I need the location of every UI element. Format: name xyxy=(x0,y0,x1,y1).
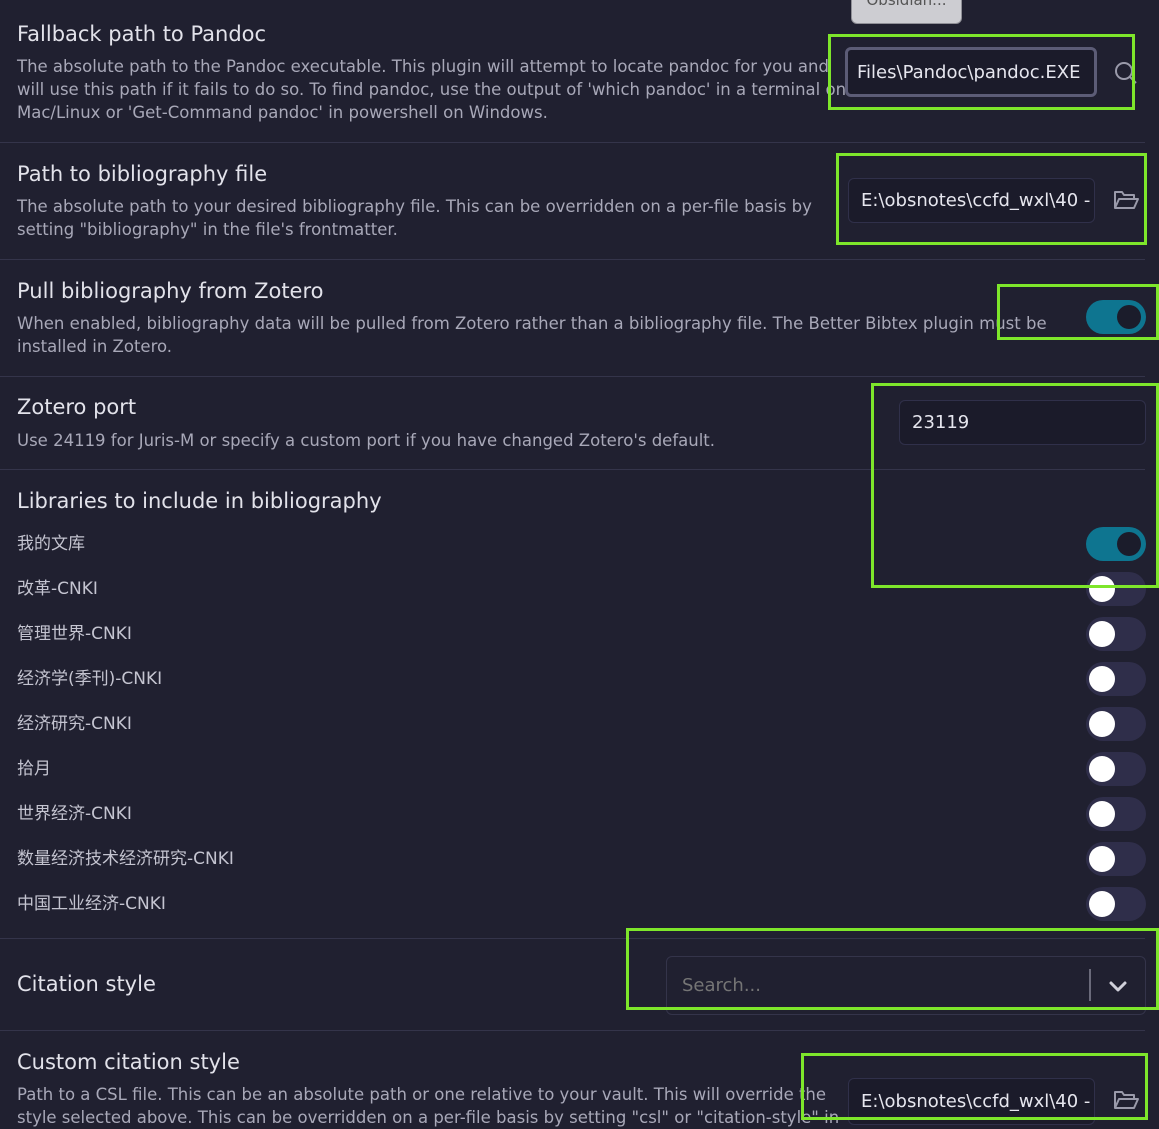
setting-title: Custom citation style xyxy=(17,1050,240,1074)
toggle-knob xyxy=(1089,621,1115,647)
desc-line: installed in Zotero. xyxy=(17,337,173,356)
toggle-knob xyxy=(1089,801,1115,827)
desc-line: The absolute path to your desired biblio… xyxy=(17,197,812,216)
setting-title: Path to bibliography file xyxy=(17,162,268,186)
library-toggle[interactable] xyxy=(1086,797,1146,831)
toggle-knob xyxy=(1089,756,1115,782)
library-name: 数量经济技术经济研究-CNKI xyxy=(17,849,234,869)
desc-line: style selected above. This can be overri… xyxy=(17,1108,840,1127)
bibliography-path-value: E:\obsnotes\ccfd_wxl\40 - xyxy=(861,190,1091,211)
library-toggle[interactable] xyxy=(1086,842,1146,876)
library-name: 我的文库 xyxy=(17,534,85,554)
citation-style-search-input[interactable] xyxy=(667,957,1087,1014)
setting-description: When enabled, bibliography data will be … xyxy=(17,312,1047,358)
setting-title: Libraries to include in bibliography xyxy=(17,489,382,513)
custom-citation-path-value: E:\obsnotes\ccfd_wxl\40 - xyxy=(861,1091,1091,1112)
library-toggle[interactable] xyxy=(1086,662,1146,696)
setting-description: The absolute path to your desired biblio… xyxy=(17,195,812,241)
tooltip-label: Obsidian... xyxy=(866,0,947,9)
library-toggle[interactable] xyxy=(1086,527,1146,561)
library-name: 管理世界-CNKI xyxy=(17,624,132,644)
library-name: 世界经济-CNKI xyxy=(17,804,132,824)
folder-open-icon[interactable] xyxy=(1111,1085,1141,1115)
desc-line: The absolute path to the Pandoc executab… xyxy=(17,57,829,76)
toggle-knob xyxy=(1117,305,1141,329)
chevron-down-icon[interactable] xyxy=(1103,971,1133,1001)
toggle-knob xyxy=(1089,891,1115,917)
divider xyxy=(0,376,1145,377)
setting-description: The absolute path to the Pandoc executab… xyxy=(17,55,846,124)
setting-description: Use 24119 for Juris-M or specify a custo… xyxy=(17,429,715,452)
desc-line: setting "bibliography" in the file's fro… xyxy=(17,220,398,239)
toggle-knob xyxy=(1089,576,1115,602)
search-icon[interactable] xyxy=(1111,58,1141,88)
library-toggle[interactable] xyxy=(1086,707,1146,741)
pandoc-path-input[interactable]: Files\Pandoc\pandoc.EXE xyxy=(845,47,1097,97)
setting-title: Zotero port xyxy=(17,395,137,419)
custom-citation-path-input[interactable]: E:\obsnotes\ccfd_wxl\40 - xyxy=(848,1078,1095,1125)
toggle-knob xyxy=(1089,846,1115,872)
divider xyxy=(0,469,1145,470)
bibliography-path-input[interactable]: E:\obsnotes\ccfd_wxl\40 - xyxy=(848,178,1095,223)
desc-line: Use 24119 for Juris-M or specify a custo… xyxy=(17,431,716,450)
divider xyxy=(0,142,1145,143)
citation-style-select[interactable] xyxy=(666,956,1146,1015)
setting-title: Pull bibliography from Zotero xyxy=(17,279,324,303)
zotero-port-input[interactable]: 23119 xyxy=(899,400,1146,445)
select-separator xyxy=(1089,969,1091,1001)
folder-open-icon[interactable] xyxy=(1111,185,1141,215)
library-toggle[interactable] xyxy=(1086,887,1146,921)
desc-line: Path to a CSL file. This can be an absol… xyxy=(17,1085,827,1104)
pull-zotero-toggle[interactable] xyxy=(1086,300,1146,334)
desc-line: When enabled, bibliography data will be … xyxy=(17,314,1047,333)
toggle-knob xyxy=(1117,532,1141,556)
zotero-port-value: 23119 xyxy=(912,412,970,433)
library-name: 经济学(季刊)-CNKI xyxy=(17,669,163,689)
library-toggle[interactable] xyxy=(1086,617,1146,651)
library-name: 拾月 xyxy=(17,759,51,779)
divider xyxy=(0,259,1145,260)
toggle-knob xyxy=(1089,666,1115,692)
library-toggle[interactable] xyxy=(1086,752,1146,786)
pandoc-path-value: Files\Pandoc\pandoc.EXE xyxy=(857,61,1081,83)
setting-title: Citation style xyxy=(17,972,156,996)
setting-description: Path to a CSL file. This can be an absol… xyxy=(17,1083,839,1129)
divider xyxy=(0,938,1145,939)
setting-title: Fallback path to Pandoc xyxy=(17,22,267,46)
tooltip: Obsidian... xyxy=(851,0,962,24)
divider xyxy=(0,1030,1145,1031)
desc-line: Mac/Linux or 'Get-Command pandoc' in pow… xyxy=(17,103,548,122)
library-name: 改革-CNKI xyxy=(17,579,98,599)
library-toggle[interactable] xyxy=(1086,572,1146,606)
library-name: 中国工业经济-CNKI xyxy=(17,894,166,914)
toggle-knob xyxy=(1089,711,1115,737)
library-name: 经济研究-CNKI xyxy=(17,714,132,734)
desc-line: will use this path if it fails to do so.… xyxy=(17,80,847,99)
